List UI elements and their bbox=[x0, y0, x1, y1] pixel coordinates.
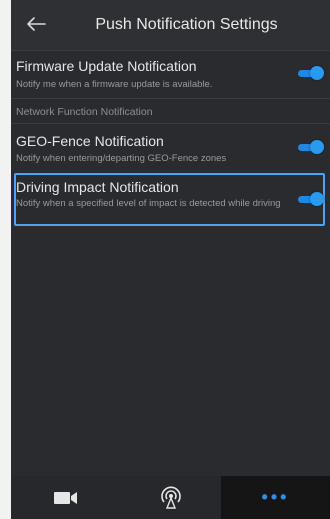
toggle-knob bbox=[310, 140, 324, 154]
empty-content-area bbox=[11, 228, 330, 476]
geo-fence-toggle[interactable] bbox=[298, 140, 324, 154]
toggle-knob bbox=[310, 66, 324, 80]
more-dots-icon: ••• bbox=[261, 487, 290, 507]
video-camera-icon bbox=[53, 491, 77, 504]
divider bbox=[11, 98, 330, 99]
section-header: Network Function Notification bbox=[16, 106, 153, 118]
header: Push Notification Settings bbox=[11, 0, 330, 51]
bottom-navigation: ••• bbox=[11, 476, 330, 519]
toggle-knob bbox=[310, 192, 324, 206]
setting-title: Firmware Update Notification bbox=[16, 58, 197, 74]
wireless-signal-icon bbox=[160, 486, 181, 509]
app-screen: Push Notification Settings Firmware Upda… bbox=[11, 0, 330, 519]
back-button[interactable] bbox=[25, 13, 47, 35]
setting-title: Driving Impact Notification bbox=[16, 179, 179, 195]
setting-description: Notify when a specified level of impact … bbox=[16, 198, 281, 209]
page-title: Push Notification Settings bbox=[95, 16, 278, 33]
firmware-update-toggle[interactable] bbox=[298, 66, 324, 80]
nav-wireless-button[interactable] bbox=[116, 476, 225, 519]
firmware-update-setting: Firmware Update Notification Notify me w… bbox=[11, 50, 330, 98]
nav-video-button[interactable] bbox=[11, 476, 120, 519]
setting-description: Notify when entering/departing GEO-Fence… bbox=[16, 153, 227, 164]
driving-impact-setting: Driving Impact Notification Notify when … bbox=[11, 174, 330, 226]
arrow-left-icon bbox=[27, 17, 46, 31]
geo-fence-setting: GEO-Fence Notification Notify when enter… bbox=[11, 124, 330, 170]
nav-more-button[interactable]: ••• bbox=[221, 476, 330, 519]
setting-title: GEO-Fence Notification bbox=[16, 133, 164, 149]
setting-description: Notify me when a firmware update is avai… bbox=[16, 79, 213, 90]
driving-impact-toggle[interactable] bbox=[298, 192, 324, 206]
